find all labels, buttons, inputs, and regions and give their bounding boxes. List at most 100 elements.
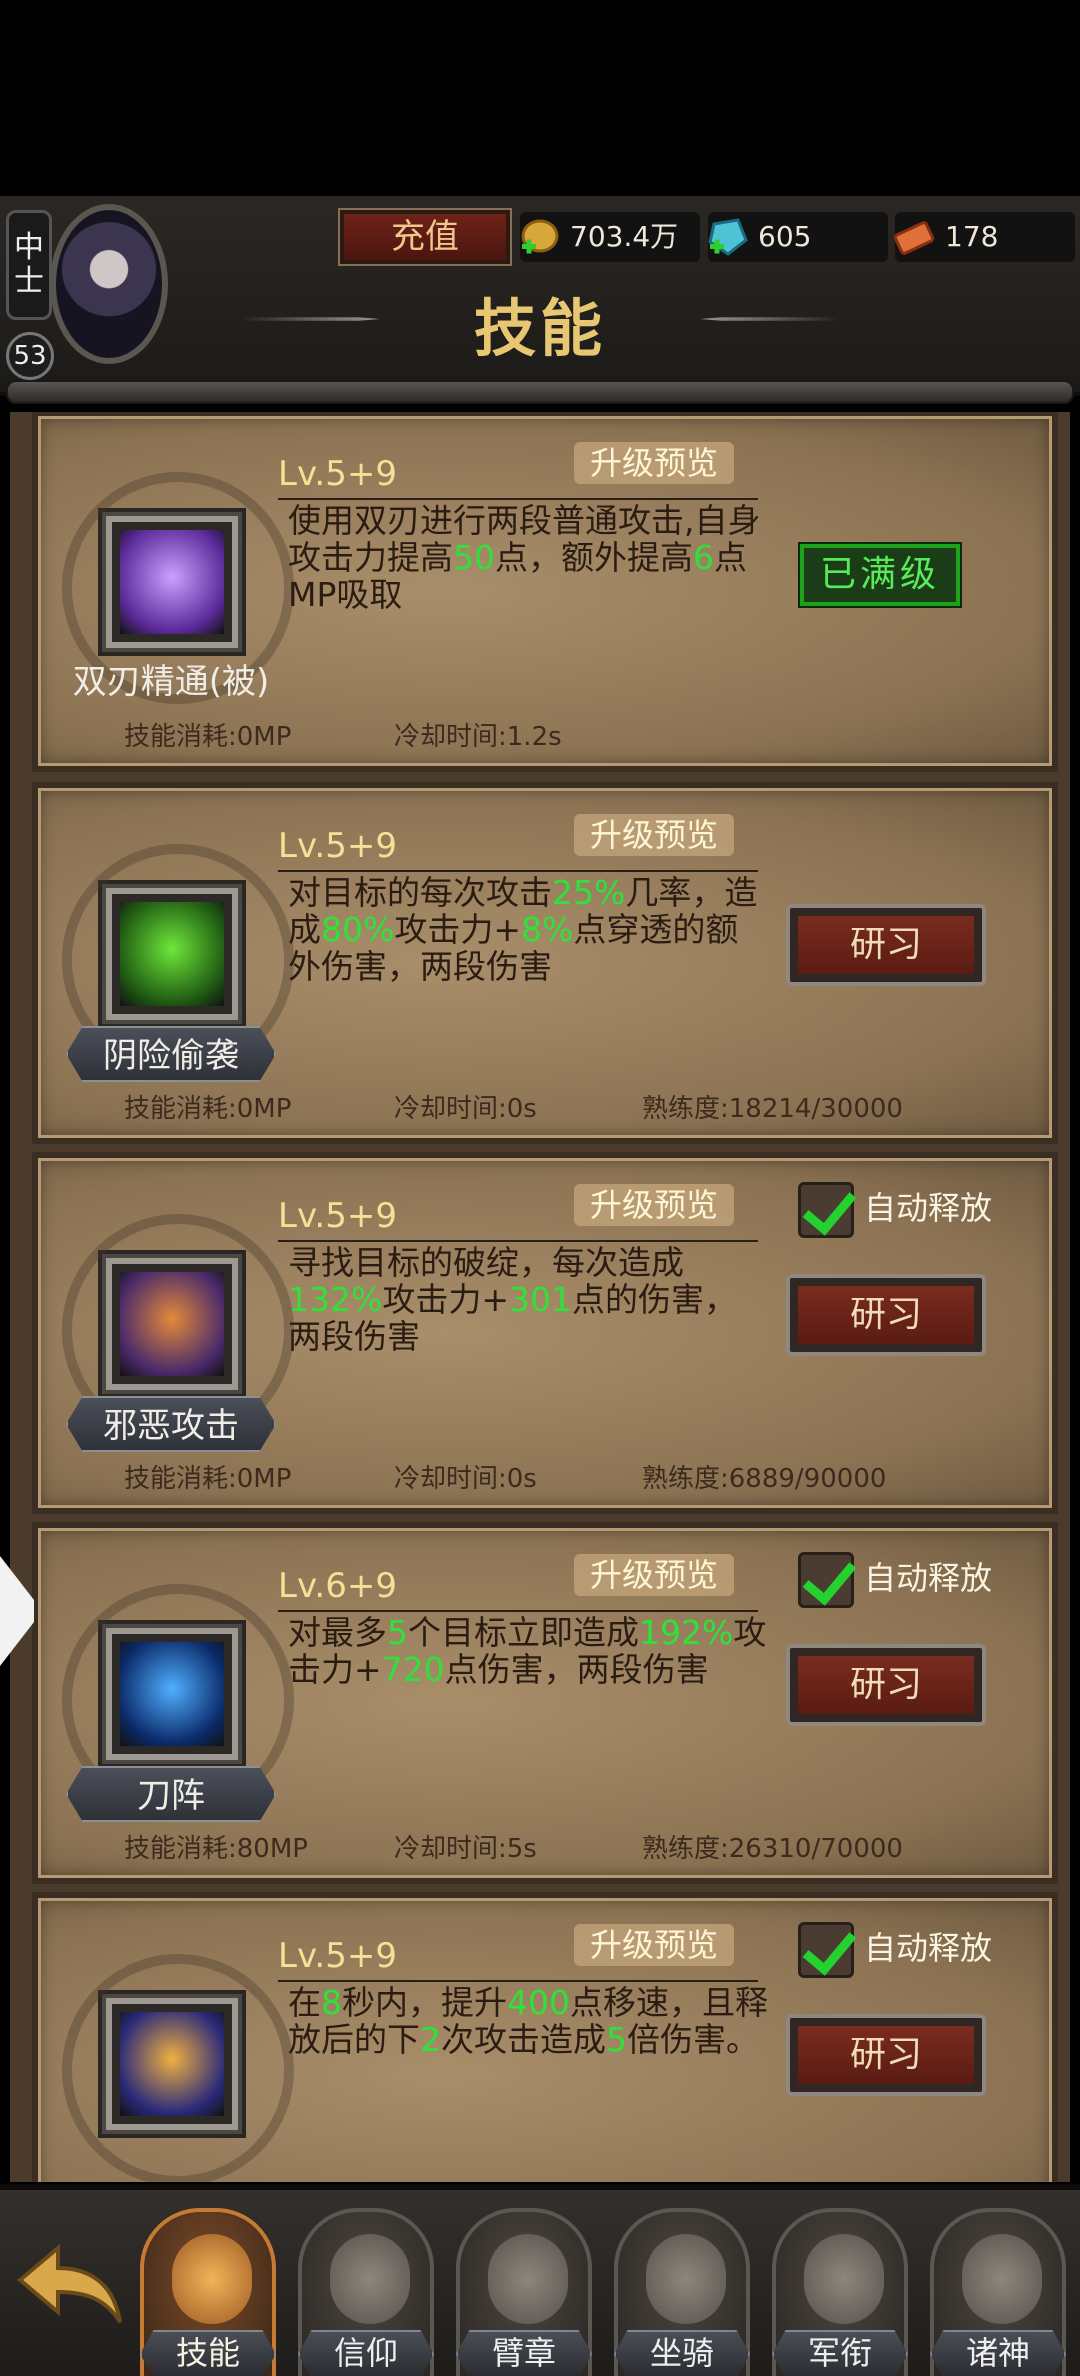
highlight-value: 8% bbox=[521, 910, 574, 949]
mp-cost: 技能消耗:0MP bbox=[124, 722, 292, 752]
highlight-value: 720 bbox=[381, 1650, 445, 1689]
max-level-badge: 已满级 bbox=[800, 544, 960, 606]
skill-level: Lv.5+9 bbox=[278, 1936, 397, 1976]
mount-emblem-icon bbox=[646, 2234, 726, 2324]
gem-currency[interactable]: 605 bbox=[708, 212, 888, 262]
skill-name: 双刃精通(被) bbox=[72, 662, 270, 702]
highlight-value: 80% bbox=[321, 910, 395, 949]
study-button-label: 研习 bbox=[798, 1286, 974, 1344]
study-button[interactable]: 研习 bbox=[786, 1274, 986, 1356]
nav-tab[interactable]: 坐骑 bbox=[614, 2208, 750, 2376]
nav-tab[interactable]: 臂章 bbox=[456, 2208, 592, 2376]
gold-coin-plus-icon bbox=[521, 219, 559, 254]
skill-card[interactable]: Lv.5+9 升级预览在8秒内，提升400点移速，且释放后的下2次攻击造成5倍伤害… bbox=[32, 1892, 1058, 2182]
description-text: 攻击力+ bbox=[382, 1280, 509, 1319]
gold-amount: 703.4万 bbox=[570, 220, 679, 253]
skill-description: 使用双刃进行两段普通攻击,自身攻击力提高50点，额外提高6点MP吸取 bbox=[288, 502, 768, 613]
skill-description: 寻找目标的破绽，每次造成132%攻击力+301点的伤害，两段伤害 bbox=[288, 1244, 768, 1355]
skill-art-icon bbox=[120, 1272, 224, 1376]
skill-card[interactable]: 双刃精通(被) Lv.5+9 升级预览 使用双刃进行两段普通攻击,自身攻击力提高50点… bbox=[32, 412, 1058, 772]
bottom-nav: 技能 信仰 臂章 坐骑 军衔 诸神 bbox=[0, 2184, 1080, 2376]
nav-tab[interactable]: 军衔 bbox=[772, 2208, 908, 2376]
checkbox-checked-icon[interactable] bbox=[798, 1922, 854, 1978]
skill-icon-frame[interactable] bbox=[62, 1584, 294, 1816]
skill-art-icon bbox=[120, 902, 224, 1006]
upgrade-preview-button[interactable]: 升级预览 bbox=[574, 814, 734, 856]
highlight-value: 2 bbox=[420, 2020, 441, 2059]
skill-description: 对目标的每次攻击25%几率，造成80%攻击力+8%点穿透的额外伤害，两段伤害 bbox=[288, 874, 768, 985]
recharge-button[interactable]: 充值 bbox=[338, 208, 512, 266]
description-text: 次攻击造成 bbox=[441, 2020, 606, 2059]
skill-icon-frame[interactable] bbox=[62, 1214, 294, 1446]
proficiency: 熟练度:26310/70000 bbox=[642, 1834, 903, 1864]
skill-card[interactable]: 阴险偷袭 Lv.5+9 升级预览 对目标的每次攻击25%几率，造成80%攻击力+8%点… bbox=[32, 782, 1058, 1144]
level-underline bbox=[278, 1240, 758, 1242]
description-text: 秒内，提升 bbox=[342, 1983, 507, 2022]
ticket-currency[interactable]: 178 bbox=[893, 212, 1075, 262]
military-rank-emblem-icon bbox=[804, 2234, 884, 2324]
nav-tab-label: 技能 bbox=[140, 2330, 276, 2376]
skill-icon-frame[interactable] bbox=[62, 844, 294, 1076]
auto-cast-toggle[interactable]: 自动释放 bbox=[798, 1550, 992, 1610]
skill-icon-frame[interactable] bbox=[62, 472, 294, 704]
skill-list[interactable]: 双刃精通(被) Lv.5+9 升级预览 使用双刃进行两段普通攻击,自身攻击力提高50点… bbox=[10, 412, 1070, 2182]
checkbox-checked-icon[interactable] bbox=[798, 1552, 854, 1608]
nav-tab-label: 臂章 bbox=[456, 2330, 592, 2376]
nav-tab-label: 信仰 bbox=[298, 2330, 434, 2376]
description-text: 对最多 bbox=[288, 1613, 387, 1652]
skill-description: 对最多5个目标立即造成192%攻击力+720点伤害，两段伤害 bbox=[288, 1614, 768, 1688]
description-text: 在 bbox=[288, 1983, 321, 2022]
skill-art-icon bbox=[120, 530, 224, 634]
highlight-value: 400 bbox=[507, 1983, 570, 2022]
highlight-value: 5 bbox=[387, 1613, 408, 1652]
checkbox-checked-icon[interactable] bbox=[798, 1182, 854, 1238]
description-text: 个目标立即造成 bbox=[408, 1613, 639, 1652]
back-arrow-icon[interactable] bbox=[10, 2230, 130, 2340]
ticket-icon bbox=[893, 221, 935, 255]
skill-description: 在8秒内，提升400点移速，且释放后的下2次攻击造成5倍伤害。 bbox=[288, 1984, 768, 2058]
auto-cast-label: 自动释放 bbox=[864, 1189, 993, 1227]
nav-tab[interactable]: 技能 bbox=[140, 2208, 276, 2376]
highlight-value: 25% bbox=[552, 873, 626, 912]
page-title: 技能 bbox=[473, 292, 606, 365]
highlight-value: 8 bbox=[321, 1983, 342, 2022]
level-underline bbox=[278, 498, 758, 500]
auto-cast-toggle[interactable]: 自动释放 bbox=[798, 1180, 992, 1240]
gem-amount: 605 bbox=[758, 220, 812, 253]
skill-card[interactable]: 刀阵 Lv.6+9 升级预览 对最多5个目标立即造成192%攻击力+720点伤害，两段… bbox=[32, 1522, 1058, 1884]
armband-emblem-icon bbox=[488, 2234, 568, 2324]
description-text: 点伤害，两段伤害 bbox=[444, 1650, 709, 1689]
highlight-value: 132% bbox=[288, 1280, 383, 1319]
highlight-value: 5 bbox=[606, 2020, 627, 2059]
proficiency: 熟练度:6889/90000 bbox=[642, 1464, 887, 1494]
header-divider bbox=[6, 380, 1074, 404]
skill-art-icon bbox=[120, 2012, 224, 2116]
upgrade-preview-button[interactable]: 升级预览 bbox=[574, 442, 734, 484]
skill-card[interactable]: 邪恶攻击 Lv.5+9 升级预览 寻找目标的破绽，每次造成132%攻击力+301点的伤… bbox=[32, 1152, 1058, 1514]
highlight-value: 6 bbox=[693, 538, 714, 577]
mp-cost: 技能消耗:0MP bbox=[124, 1464, 292, 1494]
skill-icon-frame[interactable] bbox=[62, 1954, 294, 2182]
nav-tab[interactable]: 信仰 bbox=[298, 2208, 434, 2376]
description-text: 寻找目标的破绽，每次造成 bbox=[288, 1243, 684, 1282]
study-button-label: 研习 bbox=[798, 1656, 974, 1714]
cooldown-time: 冷却时间:0s bbox=[394, 1094, 537, 1124]
proficiency: 熟练度:18214/30000 bbox=[642, 1094, 903, 1124]
nav-tab[interactable]: 诸神 bbox=[930, 2208, 1066, 2376]
upgrade-preview-button[interactable]: 升级预览 bbox=[574, 1184, 734, 1226]
skill-level: Lv.6+9 bbox=[278, 1566, 397, 1606]
auto-cast-label: 自动释放 bbox=[864, 1559, 993, 1597]
gold-currency[interactable]: 703.4万 bbox=[520, 212, 700, 262]
study-button[interactable]: 研习 bbox=[786, 2014, 986, 2096]
upgrade-preview-button[interactable]: 升级预览 bbox=[574, 1924, 734, 1966]
auto-cast-toggle[interactable]: 自动释放 bbox=[798, 1920, 992, 1980]
ticket-amount: 178 bbox=[945, 220, 999, 253]
study-button[interactable]: 研习 bbox=[786, 1644, 986, 1726]
study-button[interactable]: 研习 bbox=[786, 904, 986, 986]
upgrade-preview-button[interactable]: 升级预览 bbox=[574, 1554, 734, 1596]
description-text: 攻击力+ bbox=[394, 910, 522, 949]
study-button-label: 研习 bbox=[798, 916, 974, 974]
skill-level: Lv.5+9 bbox=[278, 826, 397, 866]
skill-emblem-icon bbox=[172, 2234, 252, 2324]
skill-level: Lv.5+9 bbox=[278, 1196, 397, 1236]
